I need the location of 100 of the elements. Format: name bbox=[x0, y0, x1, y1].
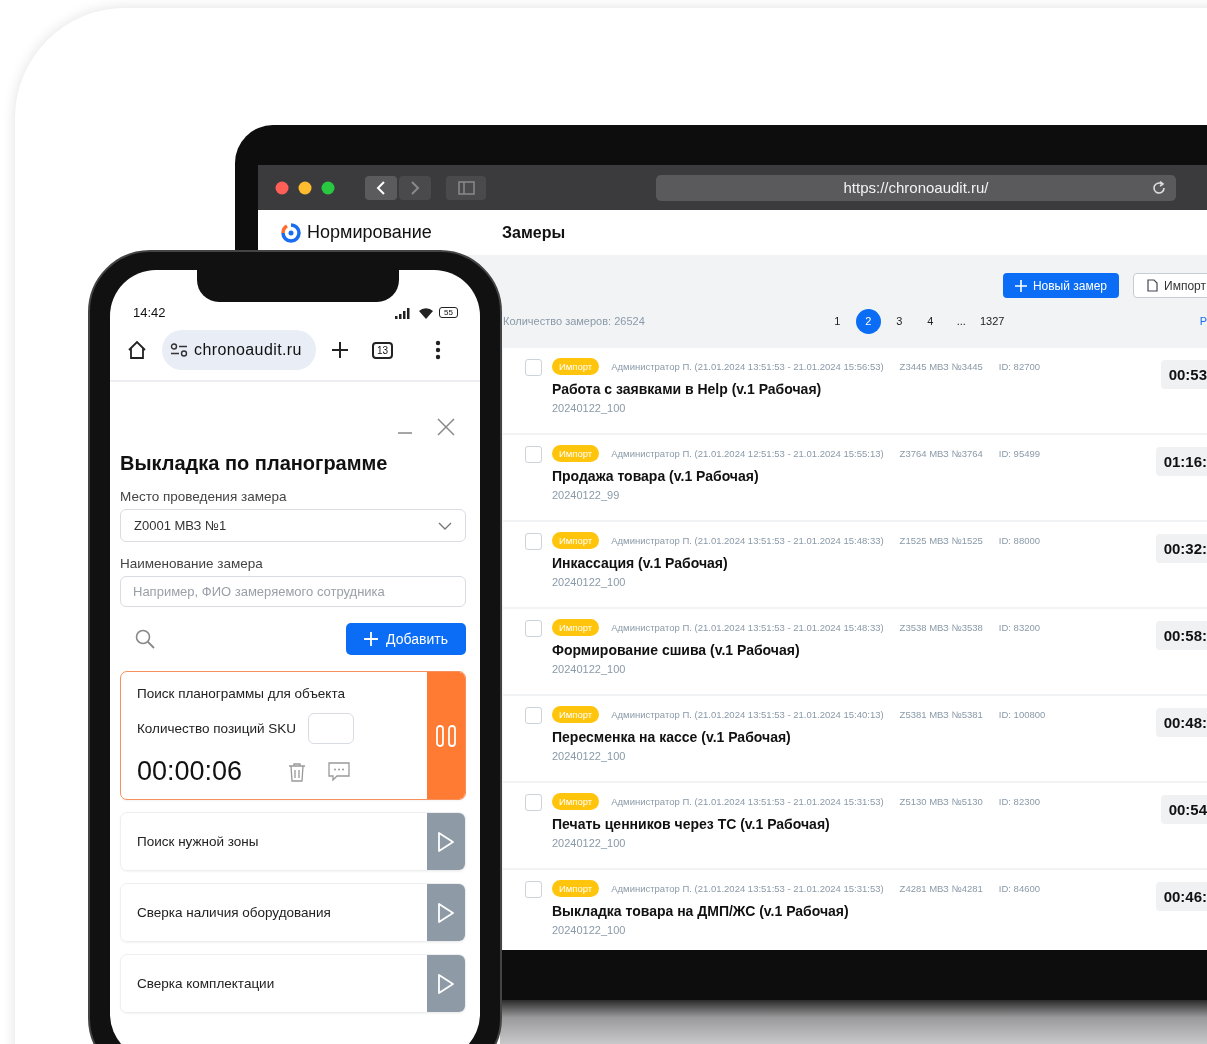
page-link[interactable]: 4 bbox=[917, 308, 943, 334]
row-title: Формирование сшива (v.1 Рабочая) bbox=[552, 642, 801, 658]
pause-icon bbox=[436, 724, 456, 747]
play-icon bbox=[437, 972, 455, 995]
play-button[interactable] bbox=[427, 955, 465, 1012]
sidebar-icon[interactable] bbox=[446, 175, 486, 200]
tag: Импорт bbox=[552, 358, 600, 375]
play-icon bbox=[437, 901, 455, 924]
duration-badge: 00:53 bbox=[1160, 360, 1207, 389]
measurement-row[interactable]: Импорт Администратор П. (21.01.2024 12:51:53 - 21.01.2024 15:55:13) Z3764 МВЗ №3764 ID: 95499 Продажа товара (v.1 Рабочая) 20240122_99 01:16: bbox=[503, 435, 1207, 520]
row-code: 20240122_99 bbox=[552, 489, 621, 501]
checkbox[interactable] bbox=[525, 620, 542, 637]
place-label: Z3538 МВЗ №3538 bbox=[899, 622, 983, 633]
row-title: Инкассация (v.1 Рабочая) bbox=[552, 555, 729, 571]
link[interactable]: Р bbox=[1199, 315, 1207, 327]
author-period: Администратор П. (21.01.2024 13:51:53 - 21.01.2024 15:31:53) bbox=[611, 796, 884, 807]
author-period: Администратор П. (21.01.2024 13:51:53 - 21.01.2024 15:31:53) bbox=[611, 883, 884, 894]
row-code: 20240122_100 bbox=[552, 837, 627, 849]
place-label: Z3764 МВЗ №3764 bbox=[899, 448, 983, 459]
back-icon[interactable] bbox=[365, 175, 397, 200]
id-label: ID: 84600 bbox=[998, 883, 1041, 894]
trash-icon[interactable] bbox=[288, 761, 307, 782]
address-bar[interactable]: https://chronoaudit.ru/ bbox=[656, 174, 1176, 201]
toolbar-button[interactable]: Новый замер bbox=[1002, 273, 1120, 298]
plus-icon bbox=[1014, 279, 1027, 292]
page-link[interactable]: 2 bbox=[855, 308, 881, 334]
toolbar-button[interactable]: Импорт bbox=[1133, 273, 1207, 298]
sku-input[interactable] bbox=[307, 713, 354, 744]
checkbox[interactable] bbox=[525, 446, 542, 463]
page-link[interactable]: 3 bbox=[886, 308, 912, 334]
tag: Импорт bbox=[552, 445, 600, 462]
wifi-icon bbox=[418, 306, 435, 319]
id-label: ID: 83200 bbox=[998, 622, 1041, 633]
measurement-row[interactable]: Импорт Администратор П. (21.01.2024 13:51:53 - 21.01.2024 15:56:53) Z3445 МВЗ №3445 ID: 82700 Работа с заявками в Help (v.1 Рабочая) 20240122_100 00:53 bbox=[503, 348, 1207, 433]
place-label: Z4281 МВЗ №4281 bbox=[899, 883, 983, 894]
pause-button[interactable] bbox=[427, 672, 465, 799]
id-label: ID: 100800 bbox=[998, 709, 1046, 720]
nav-tab[interactable]: Замеры bbox=[502, 223, 566, 242]
logo-icon bbox=[280, 221, 302, 244]
author-period: Администратор П. (21.01.2024 13:51:53 - 21.01.2024 15:48:33) bbox=[611, 622, 884, 633]
tag: Импорт bbox=[552, 619, 600, 636]
checkbox[interactable] bbox=[525, 881, 542, 898]
count-label: Количество замеров: 26524 bbox=[503, 315, 645, 327]
step-title: Сверка комплектации bbox=[137, 976, 276, 991]
page-link[interactable]: 1 bbox=[824, 308, 850, 334]
plus-icon[interactable] bbox=[329, 340, 350, 360]
plus-icon bbox=[364, 632, 379, 646]
row-code: 20240122_100 bbox=[552, 402, 627, 414]
measurement-row[interactable]: Импорт Администратор П. (21.01.2024 13:51:53 - 21.01.2024 15:48:33) Z3538 МВЗ №3538 ID: 83200 Формирование сшива (v.1 Рабочая) 20240122_100 00:58: bbox=[503, 609, 1207, 694]
step-timer: 00:00:06 bbox=[137, 756, 243, 787]
checkbox[interactable] bbox=[525, 707, 542, 724]
play-button[interactable] bbox=[427, 884, 465, 941]
row-title: Выкладка товара на ДМП/ЖС (v.1 Рабочая) bbox=[552, 903, 850, 919]
address-bar[interactable]: chronoaudit.ru bbox=[162, 330, 316, 370]
battery-indicator: 55 bbox=[439, 307, 458, 318]
row-code: 20240122_100 bbox=[552, 576, 627, 588]
measurement-row[interactable]: Импорт Администратор П. (21.01.2024 13:51:53 - 21.01.2024 15:31:53) Z4281 МВЗ №4281 ID: 84600 Выкладка товара на ДМП/ЖС (v.1 Рабочая) 20240122_100 00:46: bbox=[503, 870, 1207, 950]
duration-badge: 01:16: bbox=[1155, 447, 1207, 476]
measurement-row[interactable]: Импорт Администратор П. (21.01.2024 13:51:53 - 21.01.2024 15:48:33) Z1525 МВЗ №1525 ID: 88000 Инкассация (v.1 Рабочая) 20240122_100 00:32: bbox=[503, 522, 1207, 607]
home-icon[interactable] bbox=[126, 339, 148, 361]
app-title: Нормирование bbox=[307, 222, 432, 243]
comment-icon[interactable] bbox=[328, 761, 351, 782]
document-icon bbox=[1146, 279, 1159, 292]
place-label: Z5130 МВЗ №5130 bbox=[899, 796, 983, 807]
duration-badge: 00:54 bbox=[1160, 795, 1207, 824]
checkbox[interactable] bbox=[525, 794, 542, 811]
id-label: ID: 82300 bbox=[998, 796, 1041, 807]
measurement-row[interactable]: Импорт Администратор П. (21.01.2024 13:51:53 - 21.01.2024 15:31:53) Z5130 МВЗ №5130 ID: 82300 Печать ценников через ТС (v.1 Рабочая) 20240122_100 00:54 bbox=[503, 783, 1207, 868]
measurement-row[interactable]: Импорт Администратор П. (21.01.2024 13:51:53 - 21.01.2024 15:40:13) Z5381 МВЗ №5381 ID: 100800 Пересменка на кассе (v.1 Рабочая) 20240122_100 00:48: bbox=[503, 696, 1207, 781]
tag: Импорт bbox=[552, 880, 600, 897]
place-select[interactable]: Z0001 МВЗ №1 bbox=[120, 509, 466, 542]
step-title: Сверка наличия оборудования bbox=[137, 905, 332, 920]
search-icon[interactable] bbox=[135, 629, 155, 649]
checkbox[interactable] bbox=[525, 533, 542, 550]
name-input[interactable]: Например, ФИО замеряемого сотрудника bbox=[120, 576, 466, 607]
place-label: Z5381 МВЗ №5381 bbox=[899, 709, 983, 720]
author-period: Администратор П. (21.01.2024 13:51:53 - 21.01.2024 15:40:13) bbox=[611, 709, 884, 720]
menu-icon[interactable] bbox=[435, 340, 441, 360]
row-title: Печать ценников через ТС (v.1 Рабочая) bbox=[552, 816, 831, 832]
row-title: Работа с заявками в Help (v.1 Рабочая) bbox=[552, 381, 823, 397]
sku-label: Количество позиций SKU bbox=[137, 721, 296, 736]
field-label: Место проведения замера bbox=[120, 489, 288, 504]
id-label: ID: 95499 bbox=[998, 448, 1041, 459]
step-title: Поиск планограммы для объекта bbox=[137, 686, 346, 701]
duration-badge: 00:48: bbox=[1155, 708, 1207, 737]
page-link[interactable]: ... bbox=[948, 308, 974, 334]
reload-icon[interactable] bbox=[1151, 179, 1167, 196]
step-title: Поиск нужной зоны bbox=[137, 834, 260, 849]
tag: Импорт bbox=[552, 706, 600, 723]
author-period: Администратор П. (21.01.2024 12:51:53 - 21.01.2024 15:55:13) bbox=[611, 448, 884, 459]
row-code: 20240122_100 bbox=[552, 924, 627, 936]
close-icon[interactable] bbox=[437, 418, 455, 436]
status-time: 14:42 bbox=[133, 305, 166, 320]
play-button[interactable] bbox=[427, 813, 465, 870]
page-link[interactable]: 1327 bbox=[979, 308, 1005, 334]
tag: Импорт bbox=[552, 793, 600, 810]
checkbox[interactable] bbox=[525, 359, 542, 376]
add-button[interactable]: Добавить bbox=[346, 623, 466, 655]
tabs-button[interactable]: 13 bbox=[371, 341, 393, 359]
id-label: ID: 82700 bbox=[998, 361, 1041, 372]
